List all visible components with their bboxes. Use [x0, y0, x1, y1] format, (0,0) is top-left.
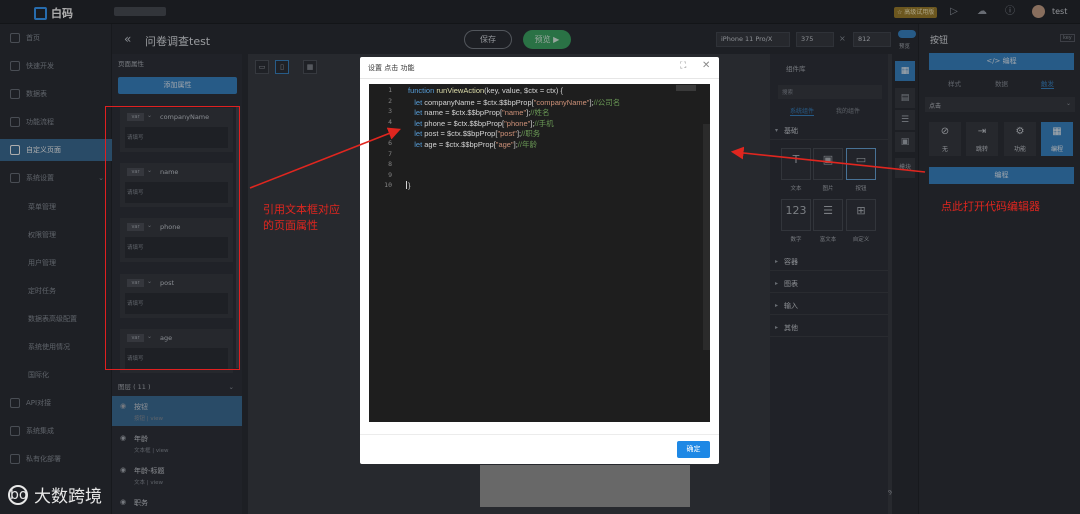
arrow-to-code [249, 127, 401, 189]
annotation-left-line1: 引用文本框对应 [263, 203, 340, 216]
annotation-arrows [249, 127, 926, 189]
watermark: bo 大数跨境 [8, 482, 102, 507]
arrow-to-modal [730, 146, 926, 173]
annotation-left: 引用文本框对应 的页面属性 [263, 202, 340, 234]
watermark-text: 大数跨境 [34, 487, 102, 507]
watermark-logo-icon: bo [8, 484, 28, 505]
annotation-left-line2: 的页面属性 [263, 219, 318, 232]
annotation-right: 点此打开代码编辑器 [941, 200, 1040, 213]
